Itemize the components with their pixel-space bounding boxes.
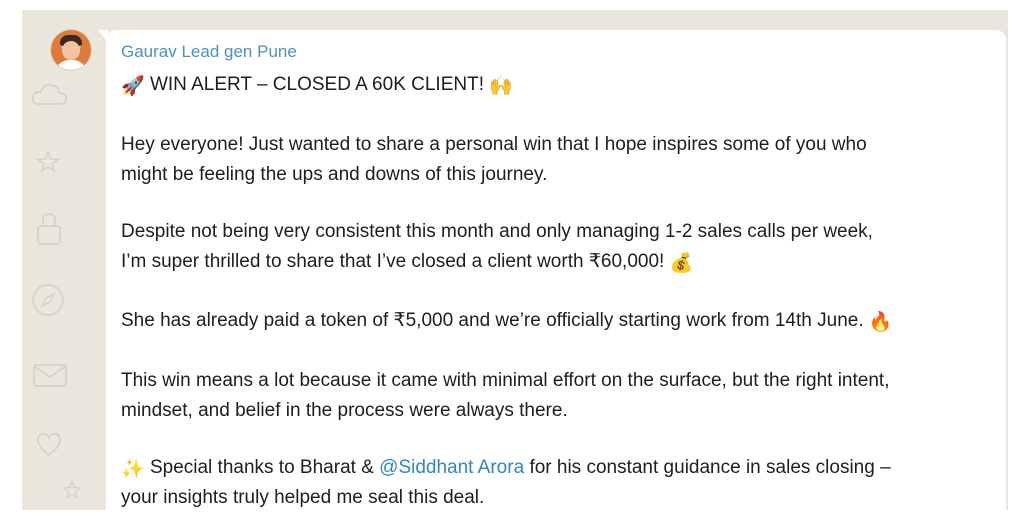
rocket-icon: 🚀 xyxy=(121,76,145,97)
sender-name[interactable]: Gaurav Lead gen Pune xyxy=(121,42,297,62)
message-paragraph-1: Hey everyone! Just wanted to share a per… xyxy=(121,130,1001,190)
compass-doodle-icon xyxy=(32,284,64,316)
fire-icon: 🔥 xyxy=(868,312,893,333)
paragraph-5-after-mention: for his constant guidance in sales closi… xyxy=(529,457,891,478)
paragraph-2-line-2: I’m super thrilled to share that I’ve cl… xyxy=(121,251,665,272)
paragraph-5-before-mention: Special thanks to Bharat & xyxy=(149,457,374,478)
paragraph-2-line-1: Despite not being very consistent this m… xyxy=(121,221,873,242)
paragraph-4-line-2: mindset, and belief in the process were … xyxy=(121,400,568,421)
sparkles-icon: ✨ xyxy=(121,459,145,480)
raised-hands-icon: 🙌 xyxy=(489,76,513,97)
message-paragraph-5: ✨ Special thanks to Bharat & @Siddhant A… xyxy=(121,453,1001,513)
paragraph-5-line-2: your insights truly helped me seal this … xyxy=(121,487,485,508)
message-paragraph-3: She has already paid a token of ₹5,000 a… xyxy=(121,306,1001,336)
avatar-face xyxy=(62,41,80,60)
message-paragraph-4: This win means a lot because it came wit… xyxy=(121,366,1001,426)
envelope-doodle-icon xyxy=(33,364,67,387)
lock-doodle-icon xyxy=(37,213,61,245)
paragraph-1-line-2: might be feeling the ups and downs of th… xyxy=(121,164,548,185)
paragraph-1-line-1: Hey everyone! Just wanted to share a per… xyxy=(121,134,867,155)
message-title-text: WIN ALERT – CLOSED A 60K CLIENT! xyxy=(149,74,484,95)
star-doodle-icon xyxy=(62,480,82,499)
paragraph-5-line-1: ✨ Special thanks to Bharat & @Siddhant A… xyxy=(121,453,1001,483)
sender-avatar[interactable] xyxy=(51,30,91,70)
cloud-doodle-icon xyxy=(32,84,67,105)
paragraph-2-line-2-wrap: I’m super thrilled to share that I’ve cl… xyxy=(121,247,1001,277)
message-paragraph-2: Despite not being very consistent this m… xyxy=(121,217,1001,277)
heart-doodle-icon xyxy=(37,433,61,456)
paragraph-4-line-1: This win means a lot because it came wit… xyxy=(121,370,890,391)
message-title-line: 🚀 WIN ALERT – CLOSED A 60K CLIENT! 🙌 xyxy=(121,70,1001,100)
paragraph-3-line-1: She has already paid a token of ₹5,000 a… xyxy=(121,310,864,331)
mention-link[interactable]: @Siddhant Arora xyxy=(379,457,524,478)
avatar-shirt xyxy=(55,60,87,70)
money-bag-icon: 💰 xyxy=(669,253,694,274)
star-doodle-icon xyxy=(36,150,60,173)
